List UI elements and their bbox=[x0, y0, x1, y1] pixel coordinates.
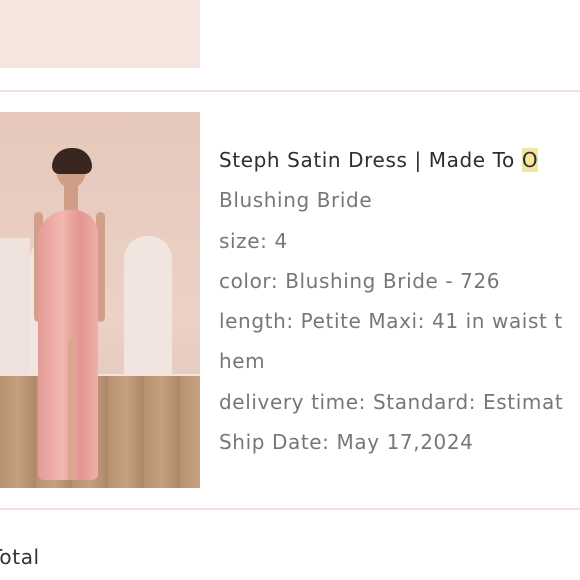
dress-slit bbox=[68, 340, 74, 480]
search-highlight: O bbox=[521, 148, 539, 172]
product-title[interactable]: Steph Satin Dress | Made To O bbox=[219, 140, 580, 180]
product-size: size: 4 bbox=[219, 228, 288, 253]
product-details: Steph Satin Dress | Made To O Blushing B… bbox=[219, 140, 580, 462]
previous-item-image[interactable] bbox=[0, 0, 200, 68]
backdrop-arch-right bbox=[124, 236, 172, 386]
product-image[interactable] bbox=[0, 112, 200, 488]
product-color: color: Blushing Bride - 726 bbox=[219, 268, 501, 293]
wood-floor bbox=[0, 376, 200, 488]
item-divider-bottom bbox=[0, 508, 580, 510]
product-delivery-time: delivery time: Standard: Estimat bbox=[219, 389, 564, 414]
product-length: length: Petite Maxi: 41 in waist t bbox=[219, 309, 563, 334]
product-ship-date: Ship Date: May 17,2024 bbox=[219, 430, 474, 455]
product-subtitle: Blushing Bride bbox=[219, 188, 373, 213]
product-title-text: Steph Satin Dress | Made To bbox=[219, 148, 522, 172]
backdrop-panel bbox=[0, 238, 30, 386]
total-label: Total bbox=[0, 545, 40, 569]
model-hair bbox=[52, 148, 92, 174]
product-length-continued: hem bbox=[219, 349, 266, 374]
order-item-page: Steph Satin Dress | Made To O Blushing B… bbox=[0, 0, 580, 580]
item-divider-top bbox=[0, 90, 580, 92]
